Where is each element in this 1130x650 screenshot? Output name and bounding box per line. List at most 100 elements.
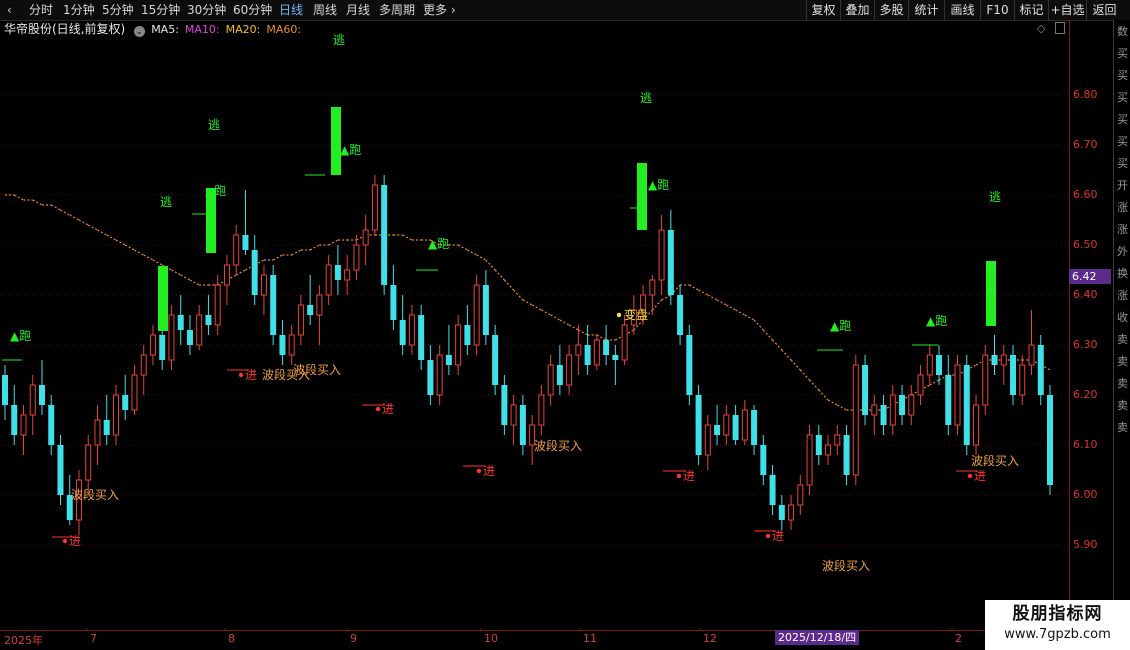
candle-body [769,475,776,505]
toolbar-button-3[interactable]: 统计 [908,0,944,20]
signals: ▲跑▲跑▲跑▲跑▲跑▲跑 ▲跑逃逃逃逃逃进进进进 进进进波段买入波段买入波段买入波段… [2,33,1019,573]
candle-92 [852,355,859,485]
candle-body [899,395,906,415]
legend-dropdown-icon[interactable]: ⌄ [133,26,145,37]
run-signal-6: ▲跑 [926,314,947,328]
candle-70 [649,275,656,315]
ma60-seg-76 [698,289,709,296]
side-panel-label-12: 涨 [1117,289,1128,302]
toolbar-button-7[interactable]: +自选 [1048,0,1086,20]
toolbar-button-2[interactable]: 多股 [874,0,908,20]
tab-7[interactable]: 周线 [310,0,340,20]
candle-body [48,405,55,445]
tab-4[interactable]: 30分钟 [184,0,229,20]
candle-body [806,434,813,486]
quote-side-panel: 数买买买买买买开涨涨外换涨收卖卖卖卖卖 [1113,20,1130,630]
candle-body [1010,355,1017,395]
ma60-seg-52 [476,254,487,261]
watermark: 股朋指标网 www.7gpzb.com [985,600,1130,650]
stock-title[interactable]: 华帝股份(日线,前复权) [4,22,125,36]
ma60-seg-82 [753,319,764,331]
nav-back-icon[interactable]: ‹ [4,0,15,20]
candle-90 [834,425,841,455]
maximize-icon[interactable] [1055,22,1065,34]
side-panel-label-4: 买 [1117,113,1128,126]
candle-98 [908,385,915,425]
candle-51 [473,275,480,355]
candle-body [57,445,64,495]
enter-dot-0 [62,538,68,544]
x-axis [0,630,1069,650]
ma60-seg-51 [467,249,477,256]
candle-106 [982,345,989,415]
toolbar-button-5[interactable]: F10 [980,0,1014,20]
ma60-seg-4 [32,199,43,206]
candle-112 [1037,335,1044,405]
toolbar-button-4[interactable]: 画线 [944,0,980,20]
candle-body [686,335,693,395]
candle-24 [223,255,230,305]
candle-18 [168,305,175,370]
candle-99 [917,365,924,405]
x-label-7: 2 [955,632,962,645]
candle-113 [1047,385,1053,495]
candle-body [11,405,18,435]
candle-87 [806,425,813,495]
tab-6[interactable]: 日线 [276,0,306,20]
ma60-seg-90 [827,399,838,406]
candle-body [658,229,665,281]
ma60-seg-57 [522,299,533,306]
kline-chart[interactable]: ▲跑▲跑▲跑▲跑▲跑▲跑 ▲跑逃逃逃逃逃进进进进 进进进波段买入波段买入波段买入波段… [0,0,1069,630]
candle-102 [945,355,952,435]
ma60-seg-79 [726,304,736,311]
ma60-seg-8 [69,214,80,221]
enter-signal-2: 进 [382,402,394,416]
toolbar-button-6[interactable]: 标记 [1014,0,1048,20]
candle-body [94,419,101,446]
tab-8[interactable]: 月线 [343,0,373,20]
candle-56 [519,395,526,455]
diamond-icon[interactable]: ◇ [1037,22,1045,35]
ma60-seg-55 [503,279,515,291]
tab-1[interactable]: 1分钟 [60,0,98,20]
tab-3[interactable]: 15分钟 [138,0,183,20]
candle-body [547,364,554,396]
candle-63 [584,325,591,375]
candle-body [723,414,730,436]
candle-13 [122,375,129,420]
candle-110 [1019,355,1026,405]
candle-61 [566,345,573,395]
ma60-seg-58 [531,304,542,311]
ma60-seg-15 [134,249,145,256]
candle-body [566,354,573,386]
ma-legend-2: MA20: [225,23,261,36]
tab-5[interactable]: 60分钟 [230,0,275,20]
candle-body [788,504,795,521]
candle-body [732,415,739,440]
candle-body [621,324,628,361]
ma60-seg-101 [929,379,940,386]
candle-body [325,264,332,296]
run-signal-5: ▲跑 [830,319,851,333]
candle-body [353,244,360,271]
escape-signal-4: 逃 [989,190,1001,204]
candle-58 [538,385,545,435]
ma60-seg-62 [568,324,579,331]
candle-body [381,185,388,285]
tab-9[interactable]: 多周期 [376,0,418,20]
candle-body [963,365,970,445]
candle-5 [48,395,55,455]
y-label-9: 5.90 [1073,538,1098,551]
ma-legend-items: MA5: MA10: MA20: MA60: [151,23,307,36]
run-bar-3 [637,163,647,230]
toolbar-button-8[interactable]: 返回 [1086,0,1122,20]
tab-2[interactable]: 5分钟 [99,0,137,20]
tab-0[interactable]: 分时 [26,0,56,20]
toolbar-button-1[interactable]: 叠加 [840,0,874,20]
tab-10[interactable]: 更多 › [420,0,459,20]
candle-body [1000,354,1007,366]
ma60-seg-78 [716,299,727,306]
y-label-0: 6.80 [1073,88,1098,101]
ma-legend-3: MA60: [266,23,302,36]
toolbar-button-0[interactable]: 复权 [806,0,840,20]
